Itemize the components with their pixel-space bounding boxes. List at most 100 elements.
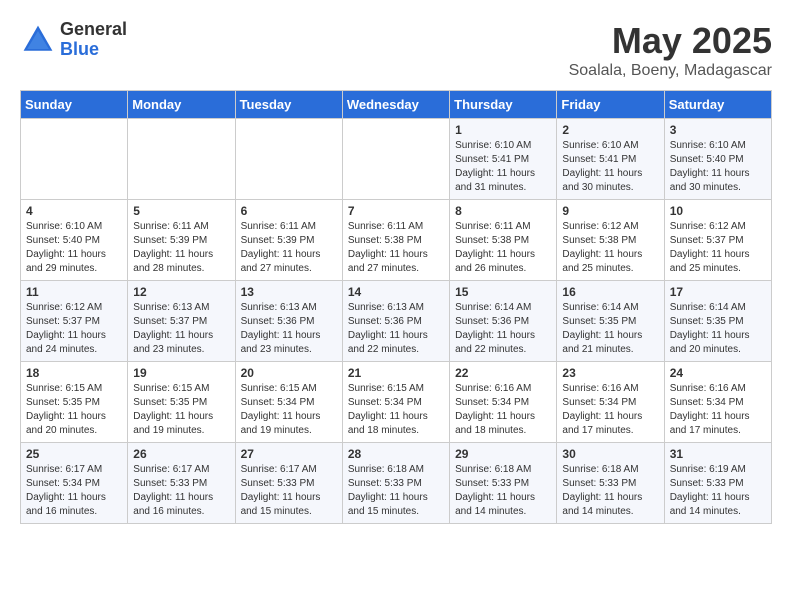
day-number: 23 [562, 366, 658, 380]
calendar-cell: 12 Sunrise: 6:13 AM Sunset: 5:37 PM Dayli… [128, 281, 235, 362]
day-info: Sunrise: 6:14 AM Sunset: 5:35 PM Dayligh… [670, 301, 766, 357]
calendar-cell: 17 Sunrise: 6:14 AM Sunset: 5:35 PM Dayli… [664, 281, 771, 362]
day-info: Sunrise: 6:15 AM Sunset: 5:35 PM Dayligh… [133, 382, 229, 438]
day-info: Sunrise: 6:13 AM Sunset: 5:36 PM Dayligh… [241, 301, 337, 357]
day-number: 6 [241, 204, 337, 218]
day-number: 17 [670, 285, 766, 299]
calendar-cell: 10 Sunrise: 6:12 AM Sunset: 5:37 PM Dayli… [664, 200, 771, 281]
logo: General Blue [20, 20, 127, 60]
calendar-cell [235, 119, 342, 200]
day-number: 5 [133, 204, 229, 218]
day-header-tuesday: Tuesday [235, 91, 342, 119]
day-number: 8 [455, 204, 551, 218]
calendar-cell: 21 Sunrise: 6:15 AM Sunset: 5:34 PM Dayli… [342, 362, 449, 443]
day-number: 16 [562, 285, 658, 299]
day-header-thursday: Thursday [450, 91, 557, 119]
day-number: 31 [670, 447, 766, 461]
day-info: Sunrise: 6:16 AM Sunset: 5:34 PM Dayligh… [562, 382, 658, 438]
day-header-wednesday: Wednesday [342, 91, 449, 119]
day-number: 21 [348, 366, 444, 380]
day-info: Sunrise: 6:17 AM Sunset: 5:33 PM Dayligh… [241, 463, 337, 519]
calendar-cell: 26 Sunrise: 6:17 AM Sunset: 5:33 PM Dayli… [128, 443, 235, 524]
logo-general-text: General [60, 20, 127, 40]
day-info: Sunrise: 6:12 AM Sunset: 5:38 PM Dayligh… [562, 220, 658, 276]
calendar-cell [21, 119, 128, 200]
day-number: 29 [455, 447, 551, 461]
day-info: Sunrise: 6:18 AM Sunset: 5:33 PM Dayligh… [455, 463, 551, 519]
calendar-cell [342, 119, 449, 200]
calendar-cell: 28Sunrise: 6:18 AM Sunset: 5:33 PM Dayli… [342, 443, 449, 524]
calendar-cell: 29 Sunrise: 6:18 AM Sunset: 5:33 PM Dayli… [450, 443, 557, 524]
day-number: 12 [133, 285, 229, 299]
day-info: Sunrise: 6:13 AM Sunset: 5:36 PM Dayligh… [348, 301, 444, 357]
calendar-week-row: 25Sunrise: 6:17 AM Sunset: 5:34 PM Dayli… [21, 443, 772, 524]
calendar-cell: 31Sunrise: 6:19 AM Sunset: 5:33 PM Dayli… [664, 443, 771, 524]
calendar-cell: 14 Sunrise: 6:13 AM Sunset: 5:36 PM Dayli… [342, 281, 449, 362]
calendar-cell [128, 119, 235, 200]
calendar-week-row: 4 Sunrise: 6:10 AM Sunset: 5:40 PM Daylig… [21, 200, 772, 281]
calendar-cell: 11 Sunrise: 6:12 AM Sunset: 5:37 PM Dayli… [21, 281, 128, 362]
day-info: Sunrise: 6:11 AM Sunset: 5:38 PM Dayligh… [455, 220, 551, 276]
calendar-table: SundayMondayTuesdayWednesdayThursdayFrid… [20, 90, 772, 524]
day-number: 24 [670, 366, 766, 380]
day-header-saturday: Saturday [664, 91, 771, 119]
calendar-cell: 20 Sunrise: 6:15 AM Sunset: 5:34 PM Dayli… [235, 362, 342, 443]
calendar-cell: 16Sunrise: 6:14 AM Sunset: 5:35 PM Dayli… [557, 281, 664, 362]
day-info: Sunrise: 6:16 AM Sunset: 5:34 PM Dayligh… [455, 382, 551, 438]
day-info: Sunrise: 6:16 AM Sunset: 5:34 PM Dayligh… [670, 382, 766, 438]
day-info: Sunrise: 6:15 AM Sunset: 5:34 PM Dayligh… [348, 382, 444, 438]
day-number: 20 [241, 366, 337, 380]
calendar-cell: 23 Sunrise: 6:16 AM Sunset: 5:34 PM Dayli… [557, 362, 664, 443]
day-info: Sunrise: 6:12 AM Sunset: 5:37 PM Dayligh… [26, 301, 122, 357]
calendar-cell: 8 Sunrise: 6:11 AM Sunset: 5:38 PM Daylig… [450, 200, 557, 281]
day-info: Sunrise: 6:13 AM Sunset: 5:37 PM Dayligh… [133, 301, 229, 357]
calendar-cell: 22 Sunrise: 6:16 AM Sunset: 5:34 PM Dayli… [450, 362, 557, 443]
day-number: 28 [348, 447, 444, 461]
calendar-week-row: 18 Sunrise: 6:15 AM Sunset: 5:35 PM Dayli… [21, 362, 772, 443]
title-block: May 2025 Soalala, Boeny, Madagascar [569, 20, 772, 80]
calendar-cell: 24 Sunrise: 6:16 AM Sunset: 5:34 PM Dayli… [664, 362, 771, 443]
day-number: 11 [26, 285, 122, 299]
page-header: General Blue May 2025 Soalala, Boeny, Ma… [20, 20, 772, 80]
calendar-cell: 5 Sunrise: 6:11 AM Sunset: 5:39 PM Daylig… [128, 200, 235, 281]
logo-icon [20, 22, 56, 58]
day-number: 4 [26, 204, 122, 218]
calendar-week-row: 11 Sunrise: 6:12 AM Sunset: 5:37 PM Dayli… [21, 281, 772, 362]
day-info: Sunrise: 6:15 AM Sunset: 5:34 PM Dayligh… [241, 382, 337, 438]
calendar-cell: 3 Sunrise: 6:10 AM Sunset: 5:40 PM Daylig… [664, 119, 771, 200]
day-info: Sunrise: 6:10 AM Sunset: 5:40 PM Dayligh… [670, 139, 766, 195]
day-info: Sunrise: 6:10 AM Sunset: 5:41 PM Dayligh… [562, 139, 658, 195]
day-info: Sunrise: 6:18 AM Sunset: 5:33 PM Dayligh… [562, 463, 658, 519]
day-number: 22 [455, 366, 551, 380]
day-number: 25 [26, 447, 122, 461]
day-info: Sunrise: 6:11 AM Sunset: 5:39 PM Dayligh… [133, 220, 229, 276]
calendar-cell: 15Sunrise: 6:14 AM Sunset: 5:36 PM Dayli… [450, 281, 557, 362]
day-number: 19 [133, 366, 229, 380]
day-number: 18 [26, 366, 122, 380]
calendar-cell: 7 Sunrise: 6:11 AM Sunset: 5:38 PM Daylig… [342, 200, 449, 281]
day-info: Sunrise: 6:14 AM Sunset: 5:36 PM Dayligh… [455, 301, 551, 357]
calendar-cell: 1Sunrise: 6:10 AM Sunset: 5:41 PM Daylig… [450, 119, 557, 200]
calendar-cell: 6 Sunrise: 6:11 AM Sunset: 5:39 PM Daylig… [235, 200, 342, 281]
day-number: 26 [133, 447, 229, 461]
calendar-cell: 19 Sunrise: 6:15 AM Sunset: 5:35 PM Dayli… [128, 362, 235, 443]
calendar-cell: 30Sunrise: 6:18 AM Sunset: 5:33 PM Dayli… [557, 443, 664, 524]
calendar-header-row: SundayMondayTuesdayWednesdayThursdayFrid… [21, 91, 772, 119]
calendar-week-row: 1Sunrise: 6:10 AM Sunset: 5:41 PM Daylig… [21, 119, 772, 200]
day-info: Sunrise: 6:10 AM Sunset: 5:40 PM Dayligh… [26, 220, 122, 276]
logo-blue-text: Blue [60, 40, 127, 60]
day-number: 7 [348, 204, 444, 218]
day-number: 9 [562, 204, 658, 218]
calendar-cell: 18Sunrise: 6:15 AM Sunset: 5:35 PM Dayli… [21, 362, 128, 443]
calendar-cell: 25Sunrise: 6:17 AM Sunset: 5:34 PM Dayli… [21, 443, 128, 524]
day-number: 10 [670, 204, 766, 218]
month-year: May 2025 [569, 20, 772, 62]
calendar-cell: 9 Sunrise: 6:12 AM Sunset: 5:38 PM Daylig… [557, 200, 664, 281]
location: Soalala, Boeny, Madagascar [569, 62, 772, 80]
day-number: 14 [348, 285, 444, 299]
day-info: Sunrise: 6:11 AM Sunset: 5:38 PM Dayligh… [348, 220, 444, 276]
day-number: 3 [670, 123, 766, 137]
day-info: Sunrise: 6:17 AM Sunset: 5:33 PM Dayligh… [133, 463, 229, 519]
day-info: Sunrise: 6:12 AM Sunset: 5:37 PM Dayligh… [670, 220, 766, 276]
day-info: Sunrise: 6:11 AM Sunset: 5:39 PM Dayligh… [241, 220, 337, 276]
